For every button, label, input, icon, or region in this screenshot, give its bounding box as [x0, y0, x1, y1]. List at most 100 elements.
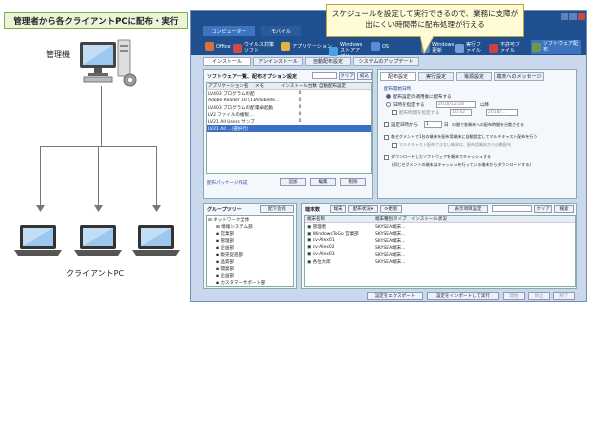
multicast-checkbox[interactable]: 各セグメントで1台の端末を配布用端末に自動設定してマルチキャスト配布を行う [384, 134, 537, 140]
close-icon[interactable] [577, 13, 585, 20]
time-field[interactable]: 10:42 [450, 109, 472, 116]
checkbox-icon [384, 154, 389, 160]
stop-button[interactable]: 停止 [528, 292, 550, 300]
group-tree: ⊟ ネットワーク全体 ⊞ 情報システム部 ▪ 営業部 ▪ 管理部 ▪ 企画部 ▪… [206, 215, 294, 287]
callout-pointer [420, 36, 434, 54]
app-window: コンピューター モバイル Office ウイルス対策ソフト アプリケーション W… [190, 10, 587, 302]
tab-distribution-settings[interactable]: 配布設定 [380, 72, 416, 81]
ribbon-label: 実行ファイル [466, 42, 482, 54]
table-row[interactable]: ▣ cv-Alex02 SKYSEA端末... [305, 244, 575, 251]
terminal-clear-button[interactable]: クリア [534, 205, 552, 213]
table-cell: WindowsToGo 営業部 [312, 231, 359, 237]
connector-right [156, 146, 157, 208]
subtab-uninstall[interactable]: アンインストール [253, 57, 303, 66]
tree-item[interactable]: ▪ 販売促進部 [208, 252, 292, 259]
tab-mobile[interactable]: モバイル [261, 26, 301, 36]
table-cell: LV2 ファイルの複製... [208, 112, 254, 118]
specify-time-checkbox[interactable]: 配布時間を指定する [392, 110, 440, 116]
tree-item[interactable]: ▪ 企画部 [208, 245, 292, 252]
ribbon-antivirus-button[interactable]: ウイルス対策ソフト [233, 42, 275, 54]
ribbon-executable-button[interactable]: 実行ファイル [455, 42, 483, 54]
table-row[interactable]: LV21 All Users サンプ... 0 [207, 118, 371, 125]
multicast-sub-checkbox[interactable]: マルチキャスト配布できない端末は、配布用端末から自動配布 [392, 142, 511, 148]
minimize-icon[interactable] [561, 13, 569, 20]
table-row[interactable]: ▣ cv-Alex01 SKYSEA端末... [305, 237, 575, 244]
tab-power-settings[interactable]: 電源設定 [456, 72, 492, 81]
table-cell: 管理者 [312, 224, 327, 230]
tree-item[interactable]: ▪ カスタマーサポート部 [208, 280, 292, 287]
ribbon-software-distribution-button[interactable]: ソフトウェア配布 [531, 40, 581, 54]
range-value-field[interactable]: 1 [424, 121, 442, 128]
distribution-status-dropdown[interactable]: 配布状況 ▾ [348, 205, 378, 213]
callout-note: スケジュールを設定して実行できるので、業務に支障が出にくい時間帯に配布処理が行え… [326, 4, 524, 37]
delete-button[interactable]: 削除 [340, 178, 366, 186]
apply-after-radio[interactable]: 配布設定の適用後に配布する [386, 94, 452, 100]
range-checkbox[interactable]: 設定日時から [384, 122, 418, 128]
tree-item[interactable]: ▪ 品質部 [208, 259, 292, 266]
start-button[interactable]: 開始 [503, 292, 525, 300]
column-header[interactable]: インストール台数 [281, 83, 319, 89]
ribbon-forbidden-file-button[interactable]: 不許可ファイル [489, 42, 523, 54]
column-header[interactable]: 自動配布設定 [319, 83, 359, 89]
table-cell: SKYSEA端末... [375, 224, 406, 230]
filter-button[interactable]: 絞込 [357, 72, 372, 80]
tree-item[interactable]: ▪ 企画部 [208, 273, 292, 280]
table-row[interactable]: ▣ WindowsToGo 営業部 SKYSEA端末... [305, 230, 575, 237]
column-header[interactable]: アプリケーション名 [207, 83, 255, 89]
import-and-run-button[interactable]: 設定をインポートして実行 [427, 292, 499, 300]
display-settings-button[interactable]: 表示項目設定 [448, 205, 488, 213]
table-row-selected[interactable]: LV21 All ...(選択行) [207, 125, 371, 132]
tab-computer[interactable]: コンピューター [203, 26, 255, 36]
clear-button[interactable]: クリア [339, 72, 355, 80]
ribbon-office-button[interactable]: Office [205, 42, 231, 51]
column-header[interactable]: 端末種別タイプ [375, 216, 411, 222]
tree-item[interactable]: ⊞ 情報システム部 [208, 224, 292, 231]
tree-label: 企画部 [220, 246, 234, 251]
specify-datetime-radio[interactable]: 日時を指定する [386, 102, 425, 108]
table-row[interactable]: ▣ 管理者 SKYSEA端末... [305, 223, 575, 230]
tree-label: 開発部 [220, 267, 234, 272]
cache-checkbox[interactable]: ダウンロードしたソフトウェアを端末でキャッシュする [384, 154, 491, 160]
subtab-system-update[interactable]: システムのアップデート [353, 57, 419, 66]
table-row[interactable]: ▣ cv-Alex03 SKYSEA端末... [305, 251, 575, 258]
export-settings-button[interactable]: 設定をエクスポート [367, 292, 423, 300]
tree-item[interactable]: ▪ 管理部 [208, 238, 292, 245]
tree-item[interactable]: ▪ 開発部 [208, 266, 292, 273]
terminal-search-input[interactable] [492, 205, 532, 212]
table-row[interactable]: LV2 ファイルの複製... 0 [207, 111, 371, 118]
tree-item[interactable]: ▪ 営業部 [208, 231, 292, 238]
table-row[interactable]: LV403 プログラムの配... 0 [207, 90, 371, 97]
end-date-field[interactable]: 2018/... [486, 109, 518, 116]
subtab-install[interactable]: インストール [203, 57, 251, 66]
include-subgroups-button[interactable]: 配下含有 [260, 205, 294, 213]
office-icon [205, 42, 214, 51]
refresh-button[interactable]: ⟳ 更新 [380, 205, 402, 213]
arrow-down-icon [152, 205, 161, 212]
tree-label: 管理部 [220, 239, 234, 244]
date-field[interactable]: 2018/12/28 [436, 101, 476, 108]
close-button[interactable]: 終了 [553, 292, 575, 300]
column-header[interactable]: インストール状況 [411, 216, 471, 222]
edit-button[interactable]: 編集 [310, 178, 336, 186]
software-search-input[interactable] [312, 72, 337, 79]
tree-label: 販売促進部 [220, 253, 243, 258]
add-button[interactable]: 追加 [280, 178, 306, 186]
tab-terminal-message[interactable]: 端末へのメッセージ [494, 72, 544, 81]
maximize-icon[interactable] [569, 13, 577, 20]
terminal-search-button[interactable]: 検索 [554, 205, 574, 213]
table-row[interactable]: LV403 プログラムの配... 電卓起動 0 [207, 104, 371, 111]
ribbon-label: Office [216, 43, 231, 50]
table-row[interactable]: Adobe Reader 10 (1110...AdobeRe... 0 [207, 97, 371, 104]
column-header[interactable]: 端末名称 [305, 216, 375, 222]
table-row[interactable]: ▣ 各位大郎 SKYSEA端末... [305, 258, 575, 265]
ribbon-application-button[interactable]: アプリケーション [281, 42, 332, 51]
create-package-link[interactable]: 配布パッケージ作成 [207, 180, 247, 186]
column-header[interactable]: メモ [255, 83, 281, 89]
ribbon-label: アプリケーション [292, 44, 332, 50]
range-tail-label: の間で各端末への配布時間を分散させる [452, 122, 524, 127]
tab-execution-settings[interactable]: 実行設定 [418, 72, 454, 81]
terminal-tab[interactable]: 端末 [330, 205, 346, 213]
ribbon-os-button[interactable]: OS [371, 42, 389, 51]
tree-item-network[interactable]: ⊟ ネットワーク全体 [208, 217, 292, 224]
subtab-auto-distribution[interactable]: 自動配布設定 [305, 57, 351, 66]
